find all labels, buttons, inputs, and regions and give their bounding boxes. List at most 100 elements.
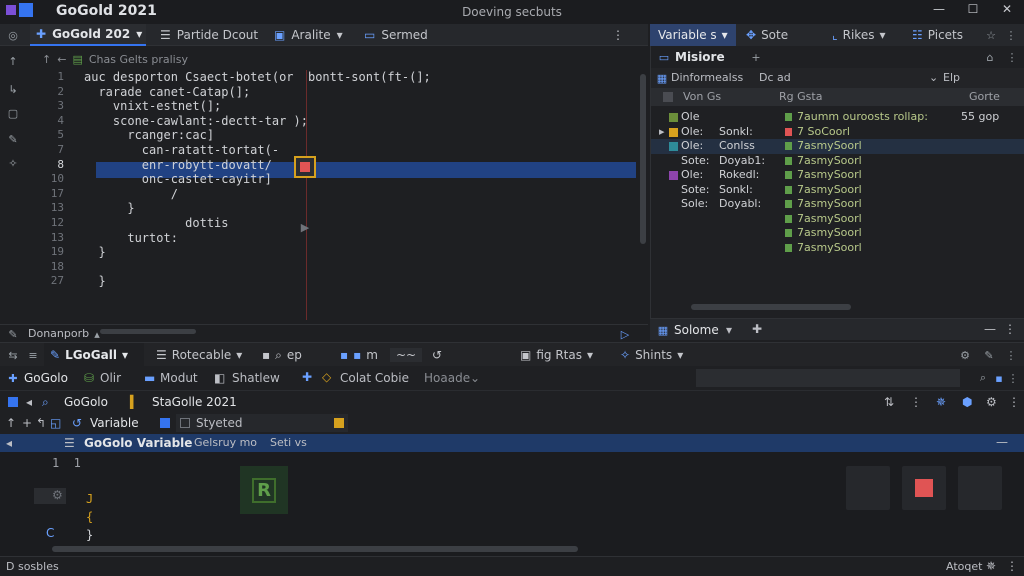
maximize-button[interactable]: ☐ [964,2,982,20]
add-icon[interactable]: ✚ [752,322,762,336]
console-scrollbar[interactable] [52,546,578,552]
tab-particle-dcout[interactable]: ☰ Partide Dcout [160,24,258,46]
tool-icon[interactable]: ✎ [6,132,20,146]
add-icon[interactable]: + [22,416,32,430]
play-icon[interactable]: ▷ [618,327,632,341]
gear-icon[interactable]: ⚙ [986,395,997,409]
table-row[interactable]: 7asmySoorl [651,212,1024,227]
table-row[interactable]: 7asmySoorl [651,241,1024,256]
pin-icon[interactable]: ✧ [6,156,20,170]
table-row[interactable]: Ole: Conlss 7asmySoorl [651,139,1024,154]
chevron-down-icon[interactable]: ⌄ [929,71,938,84]
table-row[interactable]: 7asmySoorl [651,226,1024,241]
settings-icon[interactable]: ✵ [936,395,946,409]
tool-shatlew[interactable]: Shatlew [232,371,280,385]
more-icon[interactable]: ⋮ [1005,50,1019,64]
settings-icon[interactable]: ✵ [986,559,996,573]
gear-icon[interactable]: ⚙ [958,348,972,362]
tab-picets[interactable]: ☷ Picets [912,24,963,46]
tool-olir[interactable]: Olir [100,371,121,385]
tab-rikes[interactable]: ⌞ Rikes ▾ [832,24,885,46]
filter-dropdown[interactable]: Dc ad [759,71,791,84]
tab-rotecable[interactable]: ☰ Rotecable ▾ [156,343,242,367]
arrow-icon[interactable]: ↰ [36,416,46,430]
tab-dash[interactable]: ~~ [390,343,423,367]
home-icon[interactable]: ⌂ [983,50,997,64]
table-row[interactable]: ▸ Ole: Sonkl: 7 SoCoorl [651,125,1024,140]
tab-shints[interactable]: ✧ Shints ▾ [620,343,683,367]
chevron-down-icon[interactable]: ▾ [726,323,732,337]
square-icon[interactable]: ▪ [992,371,1006,385]
minimize-button[interactable]: — [930,2,948,20]
table-row[interactable]: Ole 7aumm ouroosts rollap: 55 gop [651,110,1024,125]
tab-lgogall[interactable]: ✎ LGoGall ▾ [44,343,144,367]
filter-icon[interactable]: ⋮ [910,395,922,409]
column-header-type[interactable]: Gorte [969,90,1000,103]
tab-m[interactable]: ▪ ▪ m [340,343,378,367]
editor-scrollbar[interactable] [640,74,646,244]
tab-sote[interactable]: ✥ Sote [746,24,788,46]
tool-color-cobie[interactable]: Colat Cobie [340,371,409,385]
tab-ep[interactable]: ▪ ⌕ ep [262,343,302,367]
minimize-icon[interactable]: — [984,322,996,336]
more-icon[interactable]: ⋮ [1004,322,1016,336]
arrow-left-icon[interactable]: ← [57,53,66,66]
branch-icon[interactable]: ↳ [6,82,20,96]
arrow-up-icon[interactable]: ↑ [6,54,20,68]
tab-gogold[interactable]: ✚ GoGold 202 ▾ [30,24,146,46]
globe-icon[interactable]: ⬢ [962,395,972,409]
more-icon[interactable]: ⋮ [1006,559,1018,573]
tab-sermed[interactable]: ▭ Sermed [364,24,428,46]
list-icon[interactable]: ≡ [26,348,40,362]
more-icon[interactable]: ⋮ [1004,348,1018,362]
minimize-icon[interactable]: — [996,435,1008,449]
toolbar-field[interactable] [696,369,960,387]
arrow-up-icon[interactable]: ↑ [6,416,16,430]
variables-dropdown[interactable]: Styeted [176,414,348,432]
star-icon[interactable]: ☆ [984,28,998,42]
tool-hoaade[interactable]: Hoaade [424,371,470,385]
expand-icon[interactable]: ▸ [659,125,665,138]
code-editor[interactable]: ↑ ← ▤ Chas Gelts pralisy 1 2 3 4 5 7 8 10 17 13 12… [28,46,648,324]
tool-gogolo[interactable]: GoGolo [24,371,68,385]
arrow-left-icon[interactable]: ◂ [6,436,12,450]
table-row[interactable]: Sote: Doyab1: 7asmySoorl [651,154,1024,169]
close-button[interactable]: ✕ [998,2,1016,20]
column-header-name[interactable]: Von Gs [683,90,721,103]
table-row[interactable]: Sote: Sonkl: 7asmySoorl [651,183,1024,198]
more-tabs-button[interactable]: ⋮ [612,24,624,46]
tab-solome[interactable]: Solome [674,323,719,337]
project-icon[interactable]: ◎ [6,28,20,42]
pin-icon[interactable]: ✎ [982,348,996,362]
tab-link[interactable]: ↺ [432,343,442,367]
tile-right[interactable] [958,466,1002,510]
column-header-value[interactable]: Rg Gsta [779,90,822,103]
checkbox-icon[interactable] [663,92,673,102]
tile-left[interactable] [846,466,890,510]
gear-icon[interactable]: ⚙ [52,488,63,502]
arrow-up-icon[interactable]: ↑ [42,53,51,66]
more-icon[interactable]: ⋮ [1008,395,1020,409]
table-row[interactable]: Sole: Doyabl: 7asmySoorl [651,197,1024,212]
panel-scrollbar[interactable] [691,304,851,310]
arrow-left-icon[interactable]: ◂ [26,395,32,409]
frame-name[interactable]: GoGolo [64,395,108,409]
horizontal-scrollbar[interactable] [100,329,196,334]
selected-variable-row[interactable]: ◂ ☰ GoGolo Variable Gelsruy mo Seti vs — [0,434,1024,452]
more-icon[interactable]: ⋮ [1004,28,1018,42]
chevron-down-icon[interactable]: ⌄ [470,371,480,385]
bag-icon[interactable]: ▢ [6,106,20,120]
tab-aralite[interactable]: ▣ Aralite ▾ [274,24,343,46]
table-row[interactable]: Ole: Rokedl: 7asmySoorl [651,168,1024,183]
sort-icon[interactable]: ⇅ [884,395,894,409]
split-icon[interactable]: ⇆ [6,348,20,362]
add-icon[interactable]: ✚ [6,371,20,385]
stop-tile[interactable] [902,466,946,510]
checkbox-icon[interactable] [180,418,190,428]
add-icon[interactable]: ✚ [302,370,312,384]
tab-fig-rtas[interactable]: ▣ fig Rtas ▾ [520,343,593,367]
more-icon[interactable]: ⋮ [1006,371,1020,385]
search-icon[interactable]: ⌕ [976,371,990,385]
run-tile[interactable]: R [240,466,288,514]
tab-variables[interactable]: Variable s ▾ [650,24,736,46]
